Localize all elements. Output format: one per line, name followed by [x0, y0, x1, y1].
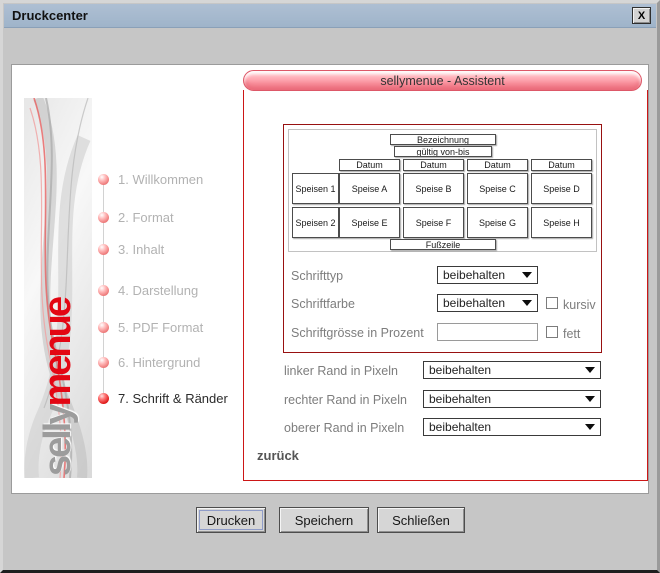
oberer-rand-label: oberer Rand in Pixeln — [284, 421, 404, 435]
wizard-step-inhalt: 3. Inhalt — [98, 243, 164, 256]
preview-datum-header: Datum — [531, 159, 592, 171]
wizard-step-darstellung: 4. Darstellung — [98, 284, 198, 297]
chevron-down-icon — [585, 424, 595, 430]
chevron-down-icon — [585, 367, 595, 373]
banner-title: sellymenue - Assistent — [380, 74, 504, 88]
step-label: 7. Schrift & Ränder — [118, 391, 228, 406]
preview-row-header: Speisen 1 — [292, 173, 339, 204]
logo-menue: menue — [37, 299, 79, 406]
dropdown-value: beibehalten — [429, 392, 491, 406]
wizard-step-hintergrund: 6. Hintergrund — [98, 356, 200, 369]
preview-cell: Speise H — [531, 207, 592, 238]
preview-fusszeile: Fußzeile — [390, 239, 496, 250]
druckcenter-window: Druckcenter X sellymenue 1. Willkommen 2… — [0, 0, 660, 573]
schriftgroesse-input[interactable] — [437, 323, 538, 341]
dropdown-value: beibehalten — [429, 420, 491, 434]
preview-gueltig-von-bis: gültig von-bis — [394, 146, 492, 157]
preview-cell: Speise F — [403, 207, 464, 238]
preview-cell: Speise A — [339, 173, 400, 204]
preview-bezeichnung: Bezeichnung — [390, 134, 496, 145]
fett-checkbox[interactable] — [546, 326, 558, 338]
preview-cell: Speise E — [339, 207, 400, 238]
preview-cell: Speise B — [403, 173, 464, 204]
kursiv-label: kursiv — [563, 298, 596, 312]
linker-rand-label: linker Rand in Pixeln — [284, 364, 398, 378]
sidebar-artwork: sellymenue — [24, 98, 92, 478]
speichern-button[interactable]: Speichern — [279, 507, 369, 533]
chevron-down-icon — [522, 300, 532, 306]
step-label: 4. Darstellung — [118, 283, 198, 298]
schriftgroesse-label: Schriftgrösse in Prozent — [291, 326, 424, 340]
logo-selly: selly — [37, 406, 79, 476]
title-bar: Druckcenter X — [4, 4, 656, 28]
step-bullet-icon — [98, 174, 109, 185]
sellymenue-logo: sellymenue — [39, 299, 77, 476]
chevron-down-icon — [585, 396, 595, 402]
oberer-rand-dropdown[interactable]: beibehalten — [423, 418, 601, 436]
preview-cell: Speise C — [467, 173, 528, 204]
dropdown-value: beibehalten — [443, 268, 505, 282]
step-label: 2. Format — [118, 210, 174, 225]
preview-cell: Speise G — [467, 207, 528, 238]
linker-rand-dropdown[interactable]: beibehalten — [423, 361, 601, 379]
zurueck-link[interactable]: zurück — [257, 448, 299, 463]
schliessen-button[interactable]: Schließen — [377, 507, 465, 533]
layout-preview: Bezeichnung gültig von-bis Datum Datum D… — [288, 129, 597, 252]
kursiv-checkbox[interactable] — [546, 297, 558, 309]
step-bullet-icon — [98, 285, 109, 296]
step-label: 5. PDF Format — [118, 320, 203, 335]
step-label: 6. Hintergrund — [118, 355, 200, 370]
schrifttyp-label: Schrifttyp — [291, 269, 343, 283]
schriftfarbe-dropdown[interactable]: beibehalten — [437, 294, 538, 312]
preview-datum-header: Datum — [467, 159, 528, 171]
step-label: 1. Willkommen — [118, 172, 203, 187]
preview-datum-header: Datum — [403, 159, 464, 171]
step-bullet-icon — [98, 322, 109, 333]
wizard-step-pdf-format: 5. PDF Format — [98, 321, 203, 334]
step-bullet-icon — [98, 357, 109, 368]
schrifttyp-dropdown[interactable]: beibehalten — [437, 266, 538, 284]
wizard-step-willkommen: 1. Willkommen — [98, 173, 203, 186]
rechter-rand-dropdown[interactable]: beibehalten — [423, 390, 601, 408]
close-button[interactable]: X — [632, 7, 651, 24]
preview-row-header: Speisen 2 — [292, 207, 339, 238]
window-title: Druckcenter — [4, 8, 88, 23]
wizard-step-schrift-raender: 7. Schrift & Ränder — [98, 392, 228, 405]
dropdown-value: beibehalten — [443, 296, 505, 310]
close-icon: X — [638, 10, 645, 22]
drucken-button[interactable]: Drucken — [196, 507, 266, 533]
schriftfarbe-label: Schriftfarbe — [291, 297, 355, 311]
assistant-banner: sellymenue - Assistent — [243, 70, 642, 91]
chevron-down-icon — [522, 272, 532, 278]
fett-label: fett — [563, 327, 580, 341]
step-label: 3. Inhalt — [118, 242, 164, 257]
dropdown-value: beibehalten — [429, 363, 491, 377]
step-bullet-icon — [98, 212, 109, 223]
step-bullet-icon — [98, 244, 109, 255]
preview-cell: Speise D — [531, 173, 592, 204]
preview-datum-header: Datum — [339, 159, 400, 171]
rechter-rand-label: rechter Rand in Pixeln — [284, 393, 407, 407]
step-bullet-icon — [98, 393, 109, 404]
wizard-step-format: 2. Format — [98, 211, 174, 224]
